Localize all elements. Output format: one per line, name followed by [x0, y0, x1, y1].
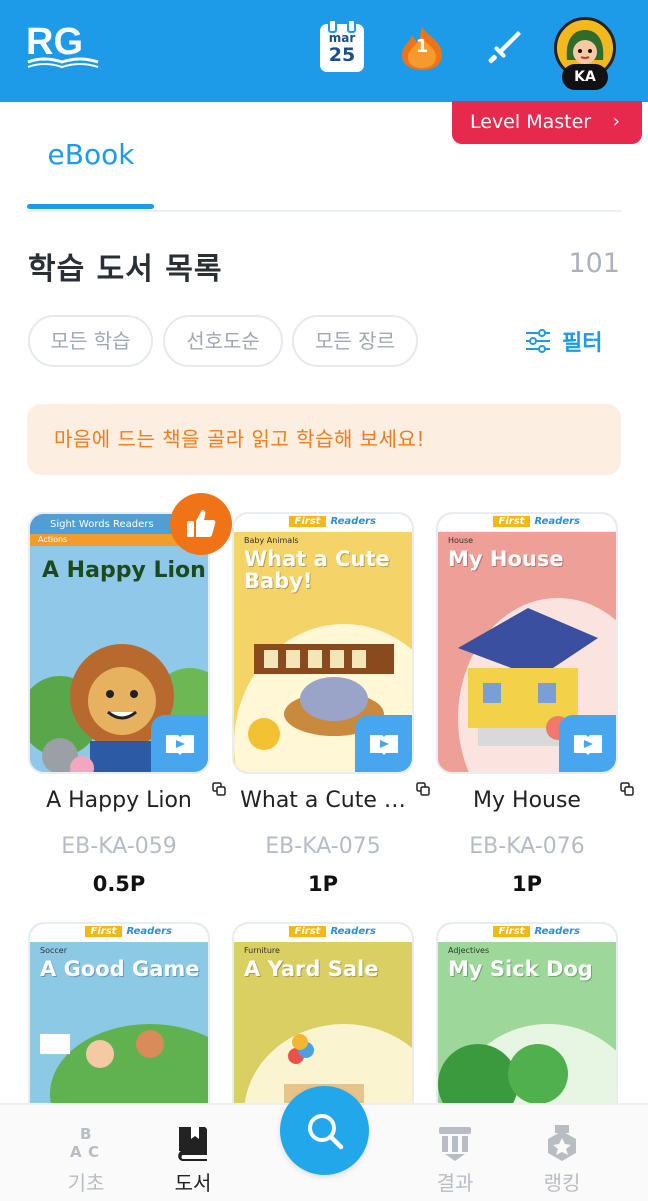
- nav-basics-label: 기초: [67, 1171, 105, 1195]
- nav-books-label: 도서: [174, 1171, 212, 1195]
- thumbs-up-icon: [187, 510, 216, 537]
- svg-text:B: B: [80, 1125, 91, 1143]
- book-cover[interactable]: Sight Words Readers Actions A Happy Lion: [28, 512, 210, 774]
- cover-topic: Soccer: [40, 946, 67, 955]
- list-title: 학습 도서 목록: [28, 252, 223, 287]
- book-title[interactable]: My House: [428, 788, 626, 813]
- nav-results[interactable]: 결과: [415, 1123, 495, 1196]
- cover-title: A Good Game: [40, 957, 200, 981]
- read-book-button[interactable]: [355, 715, 412, 772]
- cover-title: My House: [448, 547, 564, 571]
- filter-button[interactable]: 필터: [524, 324, 602, 358]
- book-cover[interactable]: First Readers Baby Animals What a Cute Ba…: [232, 512, 414, 774]
- search-icon: [307, 1113, 343, 1149]
- book-icon: [178, 1127, 207, 1161]
- cover-title: My Sick Dog: [448, 957, 593, 981]
- avatar-badge: KA: [562, 64, 608, 90]
- medal-icon: [548, 1125, 576, 1161]
- nav-basics[interactable]: B A C 기초: [46, 1123, 126, 1196]
- rg-logo[interactable]: RG: [26, 20, 100, 72]
- filter-label: 필터: [562, 331, 603, 356]
- chip-study-filter[interactable]: 모든 학습: [28, 315, 153, 367]
- nav-results-label: 결과: [436, 1171, 474, 1195]
- series-first: First: [288, 926, 327, 937]
- top-header: RG mar 25 1 KA: [0, 0, 648, 102]
- level-master-button[interactable]: Level Master ›: [452, 101, 642, 144]
- book-card[interactable]: First Readers House My House My House EB-…: [436, 512, 634, 896]
- series-readers: Readers: [330, 926, 376, 937]
- series-first: First: [492, 926, 531, 937]
- book-points: 1P: [511, 872, 542, 896]
- series-readers: Readers: [330, 516, 376, 527]
- streak-button[interactable]: 1: [398, 22, 446, 74]
- read-book-button[interactable]: [559, 715, 616, 772]
- notice-banner: 마음에 드는 책을 골라 읽고 학습해 보세요!: [27, 404, 621, 475]
- search-button[interactable]: [280, 1086, 369, 1175]
- chevron-right-icon: ›: [612, 111, 620, 132]
- calendar-button[interactable]: mar 25: [318, 19, 366, 74]
- recommended-badge: [170, 493, 232, 555]
- chip-genre-filter[interactable]: 모든 장르: [292, 315, 418, 367]
- series-first: First: [288, 516, 327, 527]
- sliders-icon: [526, 329, 550, 353]
- logo-text: RG: [26, 21, 83, 63]
- series-first: First: [84, 926, 123, 937]
- cover-topic: Furniture: [244, 946, 280, 955]
- series-readers: Readers: [534, 926, 580, 937]
- book-points: 0.5P: [92, 872, 146, 896]
- cover-series: Sight Words Readers: [50, 519, 154, 530]
- book-cover[interactable]: First Readers House My House: [436, 512, 618, 774]
- open-book-icon: [370, 735, 398, 755]
- list-count: 101: [568, 248, 620, 279]
- level-master-label: Level Master: [470, 111, 592, 133]
- book-title[interactable]: A Happy Lion: [20, 788, 218, 813]
- challenge-button[interactable]: [480, 22, 528, 74]
- open-book-icon: [166, 735, 194, 755]
- calendar-month: mar: [328, 31, 356, 45]
- cover-title: A Yard Sale: [244, 957, 379, 981]
- cover-topic: Adjectives: [448, 946, 490, 955]
- book-card[interactable]: First Readers Baby Animals What a Cute Ba…: [232, 512, 430, 896]
- cover-topic: Actions: [38, 535, 68, 544]
- streak-count: 1: [415, 36, 429, 57]
- calendar-icon: mar 25: [320, 19, 364, 72]
- series-readers: Readers: [126, 926, 172, 937]
- cover-topic: Baby Animals: [244, 536, 299, 545]
- tab-ebook[interactable]: eBook: [28, 138, 154, 171]
- nav-ranking-label: 랭킹: [543, 1171, 581, 1195]
- result-icon: [439, 1127, 471, 1161]
- sword-icon: [488, 31, 521, 64]
- series-first: First: [492, 516, 531, 527]
- tab-divider: [27, 210, 622, 212]
- cover-topic: House: [448, 536, 474, 545]
- chip-sort-order[interactable]: 선호도순: [163, 315, 283, 367]
- tab-active-indicator: [27, 204, 154, 209]
- book-title[interactable]: What a Cute …: [224, 788, 422, 813]
- book-points: 1P: [307, 872, 338, 896]
- cover-title: What a Cute Baby!: [244, 547, 390, 593]
- book-code: EB-KA-075: [265, 834, 381, 859]
- series-readers: Readers: [534, 516, 580, 527]
- book-card[interactable]: Sight Words Readers Actions A Happy Lion…: [28, 512, 226, 896]
- svg-text:A: A: [70, 1143, 82, 1161]
- book-code: EB-KA-059: [61, 834, 177, 859]
- abc-blocks-icon: B A C: [70, 1125, 99, 1161]
- nav-books[interactable]: 도서: [153, 1123, 233, 1196]
- open-book-icon: [574, 735, 602, 755]
- calendar-day: 25: [328, 44, 356, 66]
- read-book-button[interactable]: [151, 715, 208, 772]
- svg-text:C: C: [88, 1143, 99, 1161]
- cover-title: A Happy Lion: [42, 558, 206, 583]
- book-code: EB-KA-076: [469, 834, 585, 859]
- nav-ranking[interactable]: 랭킹: [522, 1123, 602, 1196]
